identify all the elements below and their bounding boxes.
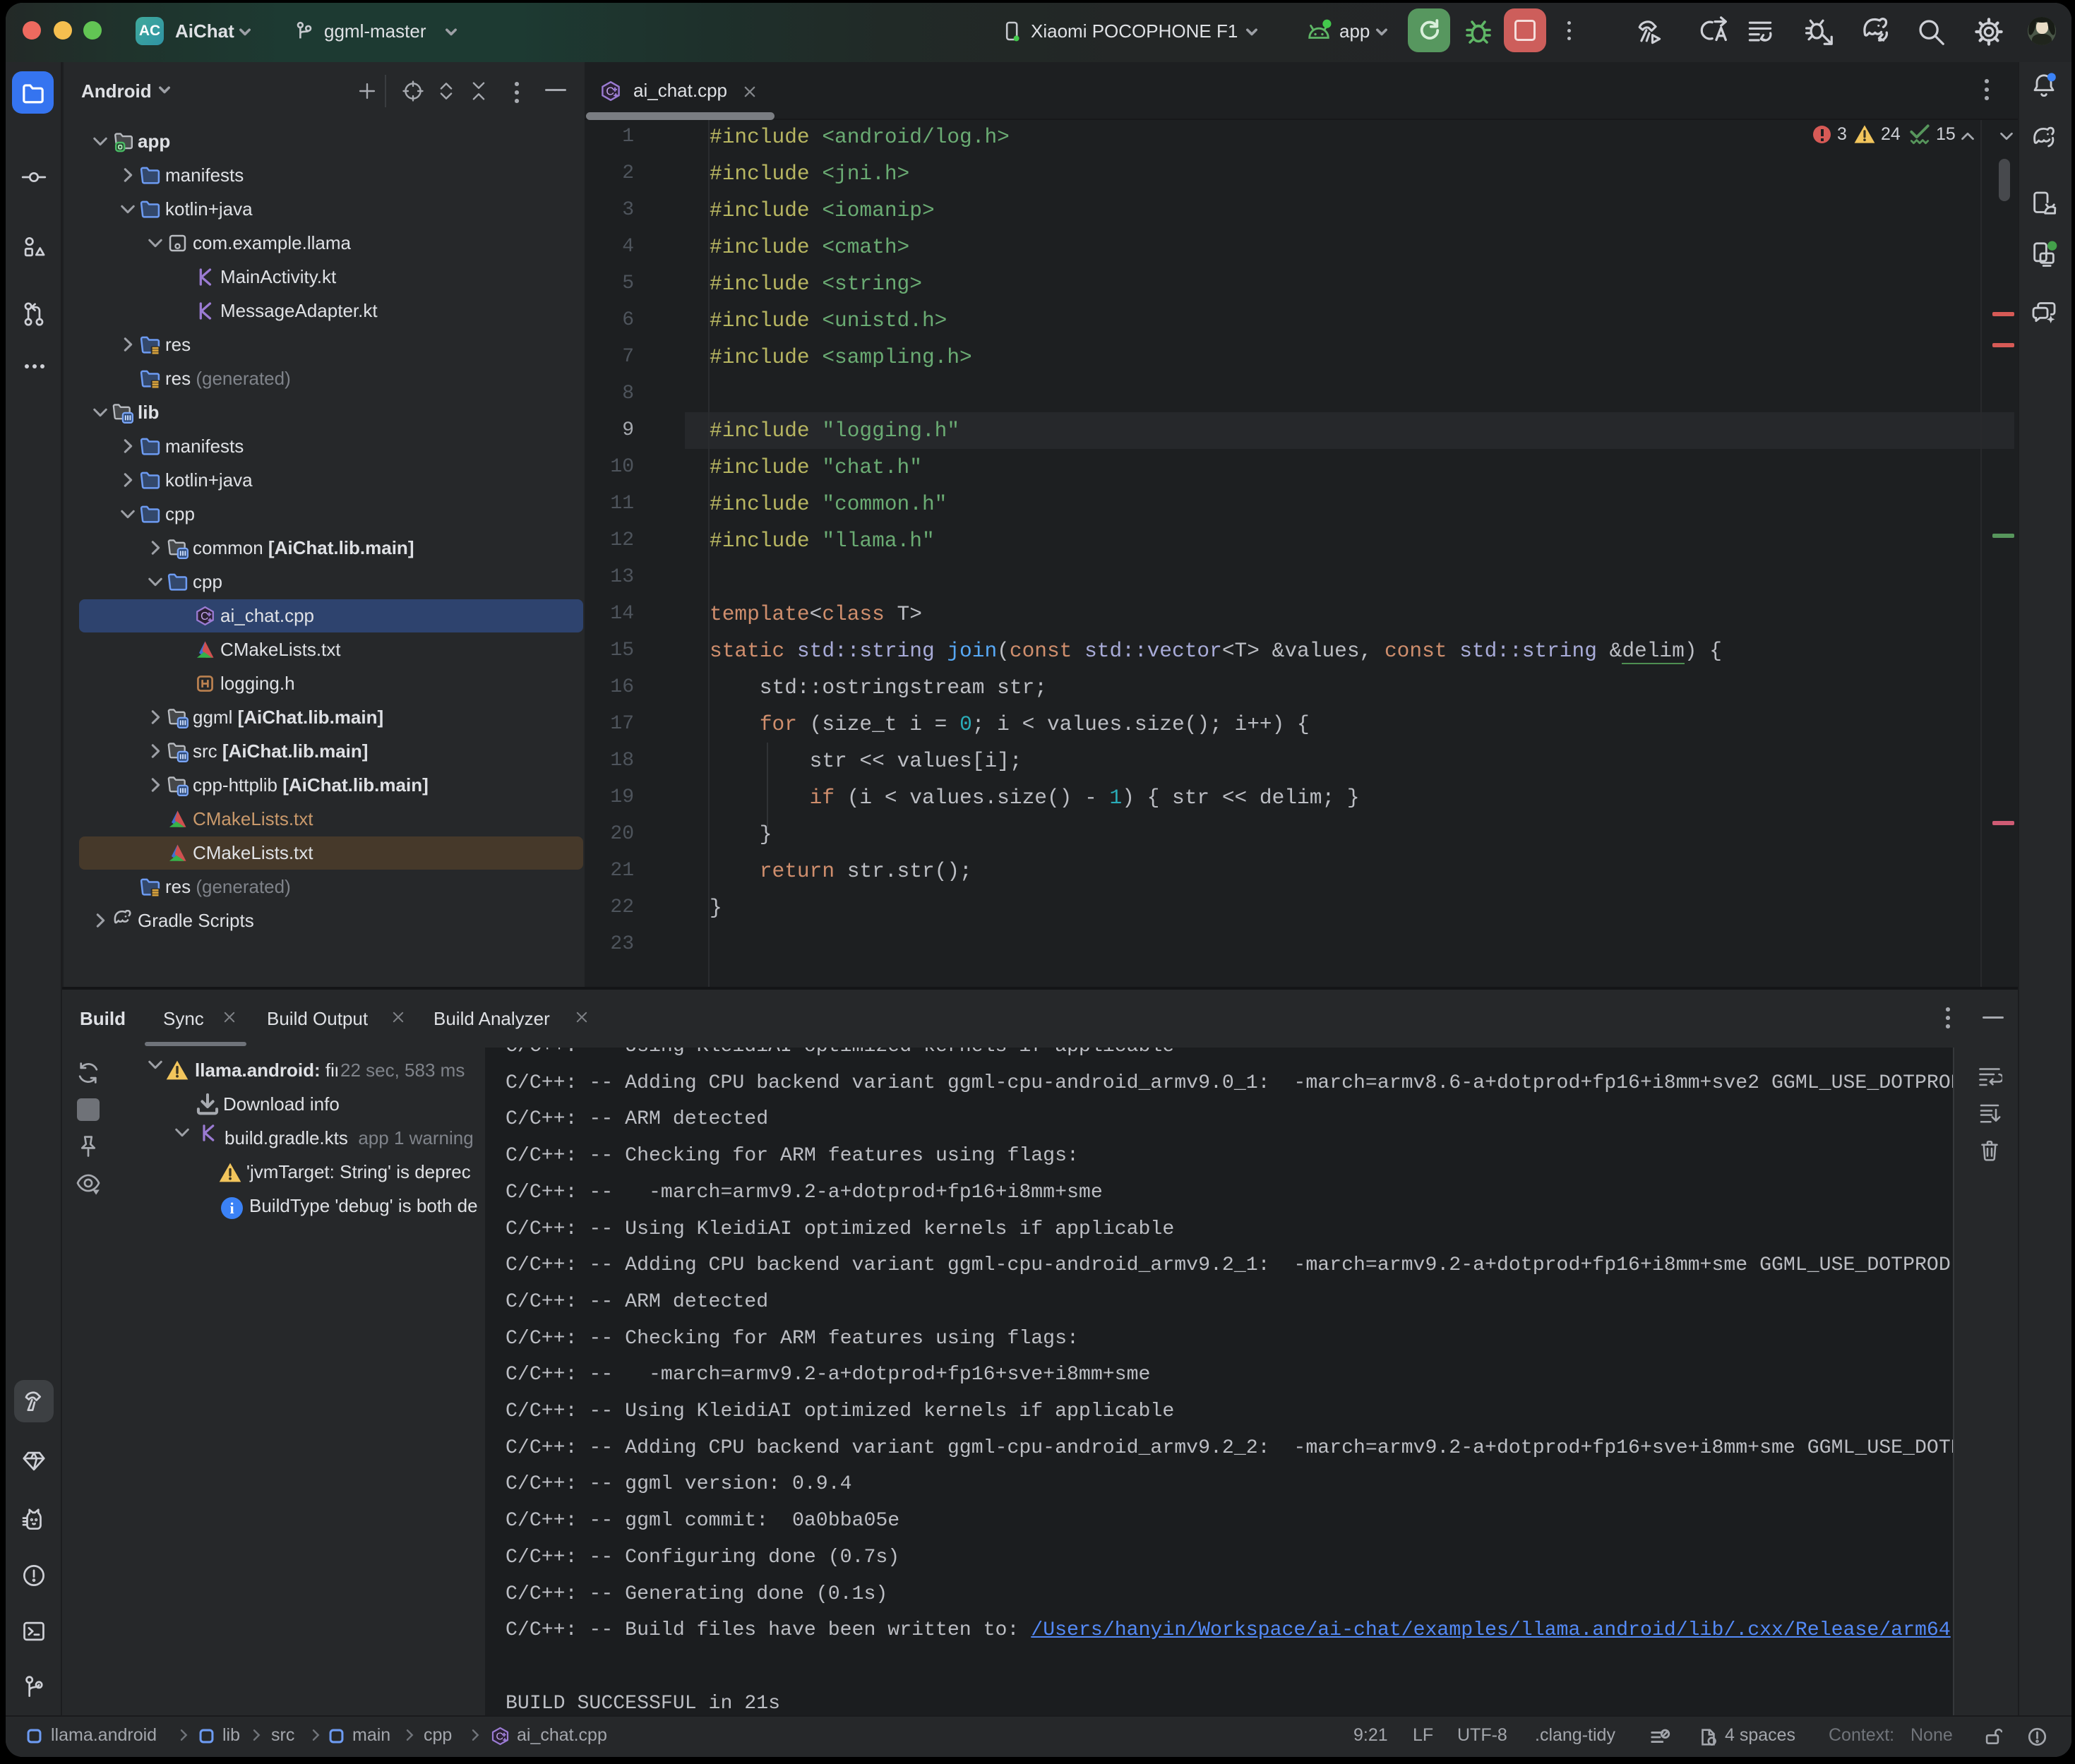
svg-text:C: C bbox=[606, 86, 614, 98]
svg-text:C: C bbox=[496, 1732, 503, 1743]
svg-text:C: C bbox=[201, 611, 208, 623]
